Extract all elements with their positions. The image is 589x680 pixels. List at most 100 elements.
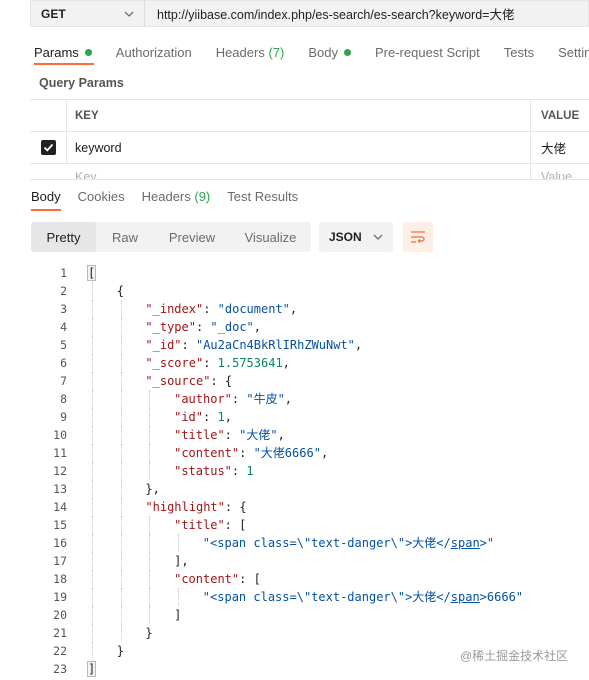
line-number: 10 [53, 428, 67, 442]
line-number: 9 [60, 410, 67, 424]
indent-guide [178, 534, 180, 552]
tab-tests[interactable]: Tests [504, 42, 534, 62]
checkbox-checked-icon[interactable] [40, 140, 56, 155]
code-token: } [145, 626, 153, 640]
tab-pre-request-script[interactable]: Pre-request Script [375, 42, 480, 62]
tab-label: Body [308, 44, 338, 60]
code-token: "大佬" [239, 428, 278, 442]
param-key-cell[interactable]: keyword [67, 132, 531, 163]
param-value-placeholder[interactable]: Value [531, 164, 589, 179]
code-text: ] [174, 606, 181, 624]
code-token: } [116, 644, 124, 658]
wrap-lines-button[interactable] [403, 222, 433, 252]
code-text: ], [174, 552, 188, 570]
indent-guide [120, 462, 122, 480]
code-token: [ [86, 265, 97, 281]
code-token: "id" [174, 410, 203, 424]
code-text: "author": "牛皮", [174, 390, 292, 408]
code-line: 16 "<span class=\"text-danger\">大佬</span>… [0, 534, 589, 552]
chevron-down-icon [124, 11, 134, 17]
code-token: : [224, 428, 240, 442]
indent-guide [149, 570, 151, 588]
format-select-value: JSON [329, 230, 362, 244]
table-row-empty: Key Value [30, 164, 589, 180]
tab-count: (9) [194, 189, 211, 204]
tab-params[interactable]: Params [34, 42, 92, 62]
response-body-code[interactable]: 1[2{3 "_index": "document", 4 "_type": "_do… [0, 264, 589, 678]
value-column-header: VALUE [541, 109, 580, 122]
tab-body[interactable]: Body [308, 42, 351, 62]
format-select[interactable]: JSON [319, 222, 393, 252]
code-text: "content": "大佬6666", [174, 444, 328, 462]
code-token: : [ [239, 572, 261, 586]
param-key-placeholder[interactable]: Key [67, 164, 531, 179]
view-preview-button[interactable]: Preview [154, 222, 230, 252]
code-token: "大佬6666" [253, 446, 321, 460]
code-token: "Au2aCn4BkRlIRhZWuNwt" [195, 338, 355, 352]
indent-guide [92, 444, 93, 462]
line-number: 13 [53, 482, 67, 496]
tab-test-results[interactable]: Test Results [227, 189, 298, 207]
view-pretty-button[interactable]: Pretty [31, 222, 96, 252]
line-number: 22 [53, 644, 67, 658]
indent-guide [92, 624, 93, 642]
code-token: ] [174, 608, 182, 622]
code-token: "status" [174, 464, 232, 478]
method-value: GET [41, 6, 66, 21]
indent-guide [120, 354, 122, 372]
view-mode-segmented: Pretty Raw Preview Visualize [31, 222, 311, 252]
indent-guide [149, 606, 151, 624]
tab-cookies[interactable]: Cookies [78, 189, 125, 207]
code-text: "status": 1 [174, 462, 253, 480]
code-token: , [224, 410, 232, 424]
indent-guide [149, 588, 151, 606]
status-dot [343, 48, 351, 56]
indent-guide [178, 588, 180, 606]
tab-count: (7) [268, 44, 285, 60]
code-text: "_source": { [145, 372, 232, 390]
tab-response-body[interactable]: Body [31, 189, 61, 207]
code-token: , [320, 446, 329, 460]
code-token: "牛皮" [246, 392, 285, 406]
code-token: span [450, 590, 480, 604]
response-tabs: Body Cookies Headers (9) Test Results [31, 189, 315, 207]
url-input[interactable]: http://yiibase.com/index.php/es-search/e… [144, 0, 589, 27]
code-line: 7 "_source": { [0, 372, 589, 390]
indent-guide [92, 300, 93, 318]
tab-authorization[interactable]: Authorization [116, 42, 192, 62]
tab-response-headers[interactable]: Headers (9) [142, 189, 211, 207]
param-value-cell[interactable]: 大佬 [531, 132, 589, 163]
checkbox-column-header [30, 100, 67, 131]
view-visualize-button[interactable]: Visualize [230, 222, 311, 252]
code-token: span [450, 536, 480, 550]
code-token: , [277, 428, 285, 442]
indent-guide [149, 516, 151, 534]
line-number: 11 [53, 446, 67, 460]
indent-guide [92, 480, 93, 498]
tab-settings[interactable]: Settin [558, 42, 589, 62]
code-line: 2{ [0, 282, 589, 300]
indent-guide [149, 444, 151, 462]
code-text: "title": [ [174, 516, 246, 534]
code-line: 5 "_id": "Au2aCn4BkRlIRhZWuNwt", [0, 336, 589, 354]
view-raw-button[interactable]: Raw [96, 222, 154, 252]
tab-headers[interactable]: Headers (7) [216, 42, 285, 62]
query-params-title: Query Params [39, 76, 124, 90]
indent-guide [92, 588, 93, 606]
indent-guide [92, 390, 93, 408]
code-token: "_doc" [210, 320, 254, 334]
table-header-row: KEY VALUE [30, 100, 589, 132]
chevron-down-icon [373, 234, 383, 240]
code-token: "_score" [145, 356, 204, 370]
code-token: 1 [246, 464, 254, 478]
code-token: "<span class=\"text-danger\">大佬</ [202, 536, 451, 550]
code-line: 11 "content": "大佬6666", [0, 444, 589, 462]
line-number: 2 [60, 284, 67, 298]
indent-guide [92, 606, 93, 624]
code-line: 8 "author": "牛皮", [0, 390, 589, 408]
code-token: , [284, 392, 293, 406]
code-token: , [253, 320, 262, 334]
code-token: , [354, 338, 363, 352]
method-select[interactable]: GET [30, 0, 144, 27]
indent-guide [92, 570, 93, 588]
